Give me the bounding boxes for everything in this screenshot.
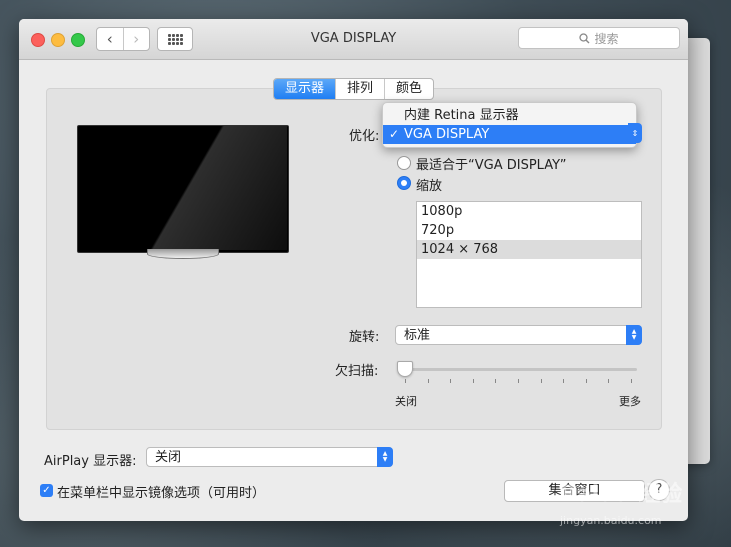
resolution-list[interactable]: 1080p 720p 1024 × 768 [416, 201, 642, 308]
popup-arrows-icon: ⇕ [628, 123, 642, 143]
underscan-min-label: 关闭 [395, 395, 417, 408]
list-item[interactable]: 720p [417, 221, 641, 240]
slider-tick [427, 379, 429, 383]
menu-item-vga-display[interactable]: ✓ VGA DISPLAY [383, 125, 636, 144]
display-preferences-window: ‹ › VGA DISPLAY 搜索 显示器 排列 颜色 优化: 内建 Reti… [19, 19, 688, 521]
title-bar: ‹ › VGA DISPLAY 搜索 [19, 19, 688, 60]
tab-bar: 显示器 排列 颜色 [273, 78, 435, 100]
mirror-options-label: 在菜单栏中显示镜像选项（可用时） [57, 486, 266, 501]
underscan-label: 欠扫描: [335, 364, 379, 379]
optimize-popup-menu: 内建 Retina 显示器 ✓ VGA DISPLAY [382, 102, 637, 148]
search-placeholder: 搜索 [594, 31, 619, 46]
search-field[interactable]: 搜索 [518, 27, 680, 49]
underscan-max-label: 更多 [619, 395, 641, 408]
baidu-watermark: Baidu 经验 jingyan.baidu.com [560, 470, 710, 540]
slider-tick [608, 379, 610, 383]
search-icon [579, 32, 590, 43]
slider-tick [518, 379, 519, 383]
slider-tick [472, 379, 474, 383]
slider-tick [405, 379, 406, 383]
best-for-display-label: 最适合于“VGA DISPLAY” [416, 158, 567, 173]
menu-item-builtin-retina[interactable]: 内建 Retina 显示器 [383, 106, 636, 125]
list-item[interactable]: 1080p [417, 202, 641, 221]
monitor-stand [147, 249, 219, 259]
optimize-label: 优化: [349, 129, 380, 144]
tab-display[interactable]: 显示器 [274, 79, 336, 99]
popup-arrows-icon: ▲ ▼ [626, 325, 642, 345]
tab-arrangement[interactable]: 排列 [335, 79, 384, 99]
radio-scaled[interactable] [397, 176, 411, 190]
airplay-label: AirPlay 显示器: [44, 454, 137, 469]
slider-tick [495, 379, 497, 383]
mirror-options-checkbox[interactable]: ✓ [40, 484, 53, 497]
underscan-slider-track[interactable] [399, 368, 637, 371]
slider-tick [563, 379, 565, 383]
menu-item-label: VGA DISPLAY [404, 127, 490, 142]
rotation-select[interactable]: 标准 ▲ ▼ [395, 325, 642, 345]
checkmark-icon: ✓ [42, 485, 51, 496]
radio-best-for-display[interactable] [397, 156, 411, 170]
list-item[interactable]: 1024 × 768 [417, 240, 641, 259]
slider-tick [585, 379, 587, 383]
popup-arrows-icon: ▲ ▼ [377, 447, 393, 467]
monitor-glare [95, 126, 287, 250]
scaled-label: 缩放 [416, 179, 443, 194]
watermark-main: Baidu 经验 [560, 482, 683, 507]
underscan-slider-thumb[interactable] [397, 361, 413, 377]
rotation-value: 标准 [404, 328, 431, 343]
menu-item-label: 内建 Retina 显示器 [404, 108, 519, 123]
slider-tick [540, 379, 542, 383]
checkmark-icon: ✓ [389, 127, 400, 141]
airplay-select[interactable]: 关闭 ▲ ▼ [146, 447, 393, 467]
airplay-value: 关闭 [155, 450, 182, 465]
watermark-sub: jingyan.baidu.com [560, 514, 662, 527]
tab-color[interactable]: 颜色 [384, 79, 433, 99]
slider-tick [631, 379, 632, 383]
slider-tick [450, 379, 452, 383]
rotation-label: 旋转: [349, 330, 380, 345]
